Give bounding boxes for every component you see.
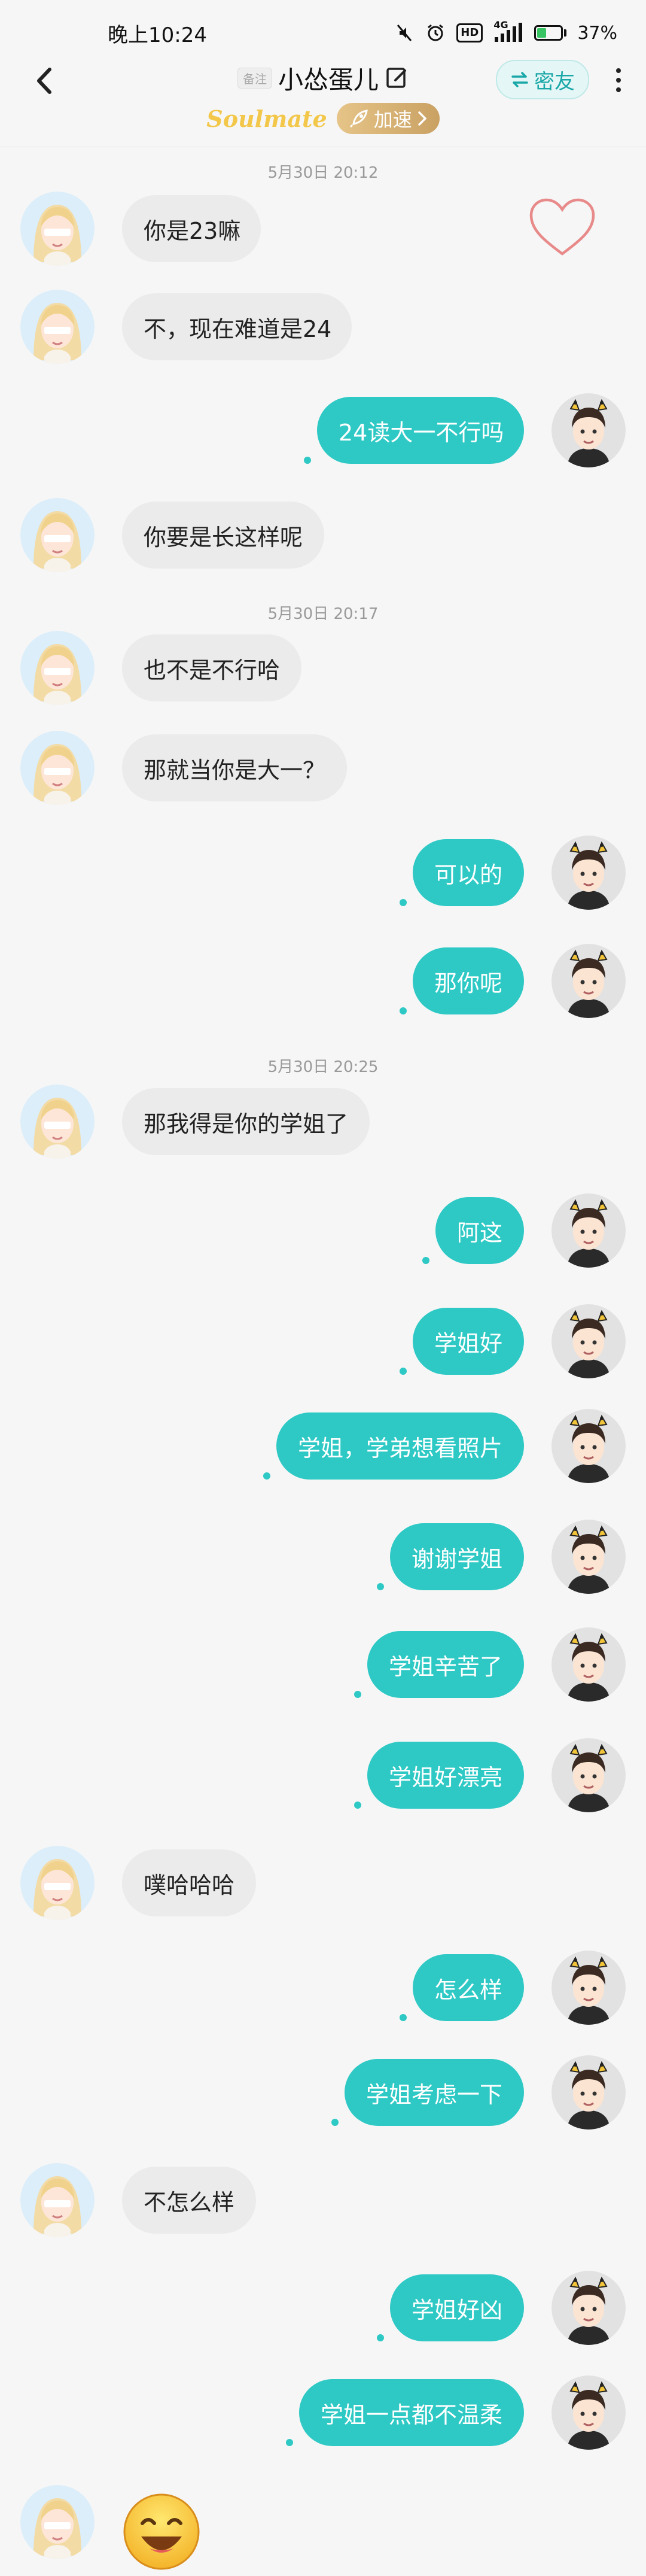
outgoing-message[interactable]: 学姐考虑一下 xyxy=(345,2059,524,2126)
incoming-message[interactable]: 不，现在难道是24 xyxy=(122,293,352,360)
my-avatar[interactable] xyxy=(551,2375,626,2450)
my-avatar[interactable] xyxy=(551,1520,626,1594)
my-avatar[interactable] xyxy=(551,836,626,910)
my-avatar[interactable] xyxy=(551,1951,626,2025)
outgoing-message[interactable]: 学姐，学弟想看照片 xyxy=(276,1412,524,1480)
outgoing-message[interactable]: 谢谢学姐 xyxy=(390,1523,524,1590)
sent-status-dot xyxy=(263,1472,270,1480)
status-time: 晚上10:24 xyxy=(108,23,207,47)
my-avatar[interactable] xyxy=(551,1304,626,1378)
sent-status-dot xyxy=(331,2119,339,2126)
chat-title: 小怂蛋儿 xyxy=(278,65,379,95)
status-bar: 晚上10:24 HD 4G 37% xyxy=(0,0,646,66)
chat-header: 备注 小怂蛋儿 密友 Soulmate 加速 xyxy=(0,60,646,144)
outgoing-message[interactable]: 学姐好漂亮 xyxy=(367,1742,524,1809)
incoming-message[interactable]: 你是23嘛 xyxy=(122,195,261,262)
heart-button[interactable] xyxy=(526,195,598,261)
soulmate-badge: Soulmate xyxy=(206,105,327,132)
outgoing-message[interactable]: 学姐辛苦了 xyxy=(367,1631,524,1698)
my-avatar[interactable] xyxy=(551,1738,626,1812)
contact-avatar[interactable] xyxy=(20,631,95,705)
sent-status-dot xyxy=(400,1007,407,1014)
timestamp: 5月30日 20:17 xyxy=(267,605,379,623)
contact-avatar[interactable] xyxy=(20,192,95,266)
contact-avatar[interactable] xyxy=(20,1085,95,1159)
smile-emoji-icon xyxy=(123,2493,200,2570)
more-icon xyxy=(616,68,621,73)
swap-icon xyxy=(511,72,528,87)
close-friend-button[interactable]: 密友 xyxy=(496,60,589,99)
sent-status-dot xyxy=(400,899,407,906)
sent-status-dot xyxy=(377,1583,384,1590)
outgoing-message[interactable]: 可以的 xyxy=(413,839,524,906)
incoming-message[interactable]: 也不是不行哈 xyxy=(122,634,301,701)
sent-status-dot xyxy=(377,2334,384,2341)
my-avatar[interactable] xyxy=(551,1409,626,1483)
mute-icon xyxy=(394,23,415,43)
soulmate-row: Soulmate 加速 xyxy=(0,101,646,136)
contact-avatar[interactable] xyxy=(20,731,95,805)
status-icons: HD 4G 37% xyxy=(394,19,617,44)
timestamp: 5月30日 20:12 xyxy=(267,164,379,182)
hd-icon: HD xyxy=(456,23,483,42)
speed-up-button[interactable]: 加速 xyxy=(336,103,440,134)
network-type: 4G xyxy=(493,19,508,31)
contact-avatar[interactable] xyxy=(20,290,95,364)
timestamp: 5月30日 20:25 xyxy=(267,1058,379,1076)
outgoing-message[interactable]: 怎么样 xyxy=(413,1954,524,2021)
my-avatar[interactable] xyxy=(551,1193,626,1268)
incoming-message[interactable]: 不怎么样 xyxy=(122,2167,256,2234)
contact-avatar[interactable] xyxy=(20,1846,95,1920)
sent-status-dot xyxy=(304,457,311,464)
sent-status-dot xyxy=(400,1368,407,1375)
contact-avatar[interactable] xyxy=(20,498,95,572)
my-avatar[interactable] xyxy=(551,393,626,467)
more-button[interactable] xyxy=(607,63,630,97)
remark-tag[interactable]: 备注 xyxy=(237,67,272,89)
outgoing-message[interactable]: 那你呢 xyxy=(413,947,524,1014)
alarm-icon xyxy=(425,23,446,43)
edit-icon[interactable] xyxy=(385,66,409,90)
sent-status-dot xyxy=(354,1802,361,1809)
incoming-message[interactable]: 那就当你是大一？ xyxy=(122,734,347,801)
incoming-message[interactable]: 你要是长这样呢 xyxy=(122,502,324,569)
my-avatar[interactable] xyxy=(551,944,626,1018)
my-avatar[interactable] xyxy=(551,1627,626,1702)
contact-avatar[interactable] xyxy=(20,2485,95,2559)
battery-percent: 37% xyxy=(577,22,617,44)
rocket-icon xyxy=(349,110,368,128)
incoming-message[interactable]: 噗哈哈哈 xyxy=(122,1849,256,1916)
speed-label: 加速 xyxy=(373,108,412,131)
chevron-right-icon xyxy=(418,111,427,126)
smile-emoji-sticker[interactable] xyxy=(120,2490,203,2574)
battery-icon xyxy=(534,25,567,41)
my-avatar[interactable] xyxy=(551,2055,626,2130)
sent-status-dot xyxy=(422,1257,429,1264)
sent-status-dot xyxy=(400,2014,407,2021)
signal-icon: 4G xyxy=(493,19,523,43)
outgoing-message[interactable]: 学姐一点都不温柔 xyxy=(299,2379,524,2446)
outgoing-message[interactable]: 24读大一不行吗 xyxy=(317,397,524,464)
outgoing-message[interactable]: 学姐好 xyxy=(413,1308,524,1375)
my-avatar[interactable] xyxy=(551,2271,626,2345)
outgoing-message[interactable]: 阿这 xyxy=(435,1197,524,1264)
heart-icon xyxy=(529,198,595,256)
sent-status-dot xyxy=(286,2439,293,2446)
sent-status-dot xyxy=(354,1691,361,1698)
contact-avatar[interactable] xyxy=(20,2163,95,2237)
outgoing-message[interactable]: 学姐好凶 xyxy=(390,2274,524,2341)
incoming-message[interactable]: 那我得是你的学姐了 xyxy=(122,1088,370,1155)
close-friend-label: 密友 xyxy=(534,69,575,94)
